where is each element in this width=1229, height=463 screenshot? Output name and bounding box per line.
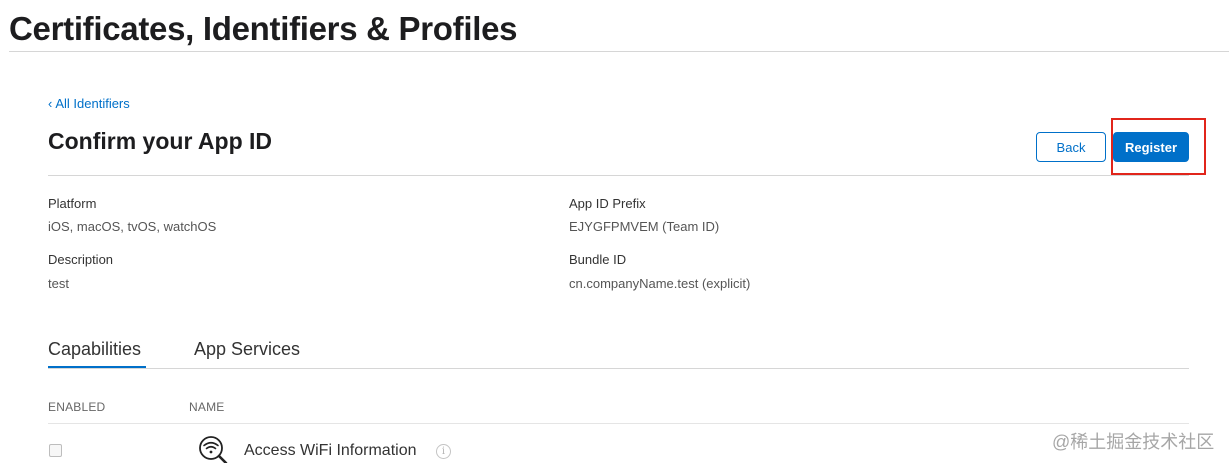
page: Certificates, Identifiers & Profiles ‹ Al… xyxy=(0,0,1229,463)
app-id-prefix-value: EJYGFPMVEM (Team ID) xyxy=(569,219,720,234)
all-identifiers-link[interactable]: ‹ All Identifiers xyxy=(48,96,130,111)
tabs-divider xyxy=(48,368,1189,369)
platform-label: Platform xyxy=(48,196,97,211)
platform-value: iOS, macOS, tvOS, watchOS xyxy=(48,219,217,234)
tab-capabilities[interactable]: Capabilities xyxy=(48,339,141,360)
watermark: @稀土掘金技术社区 xyxy=(1052,432,1215,452)
title-divider xyxy=(9,51,1229,52)
name-column-header: NAME xyxy=(189,400,225,414)
all-identifiers-label: All Identifiers xyxy=(55,96,130,111)
wifi-search-icon xyxy=(199,436,228,463)
table-header-divider xyxy=(48,423,1189,424)
app-title: Certificates, Identifiers & Profiles xyxy=(9,10,518,47)
app-id-prefix-label: App ID Prefix xyxy=(569,196,646,211)
bundle-id-label: Bundle ID xyxy=(569,252,627,267)
enabled-column-header: ENABLED xyxy=(48,400,106,414)
chevron-left-icon: ‹ xyxy=(48,96,53,111)
description-value: test xyxy=(48,276,69,291)
bundle-id-value: cn.companyName.test (explicit) xyxy=(569,276,751,291)
register-button[interactable]: Register xyxy=(1113,132,1189,162)
back-button[interactable]: Back xyxy=(1036,132,1106,162)
description-label: Description xyxy=(48,252,114,267)
info-icon[interactable]: i xyxy=(436,444,451,459)
tab-app-services[interactable]: App Services xyxy=(194,339,300,360)
page-heading: Confirm your App ID xyxy=(48,128,273,154)
capability-name: Access WiFi Information xyxy=(244,442,417,459)
section-divider xyxy=(48,175,1189,176)
enabled-checkbox[interactable] xyxy=(49,444,62,457)
